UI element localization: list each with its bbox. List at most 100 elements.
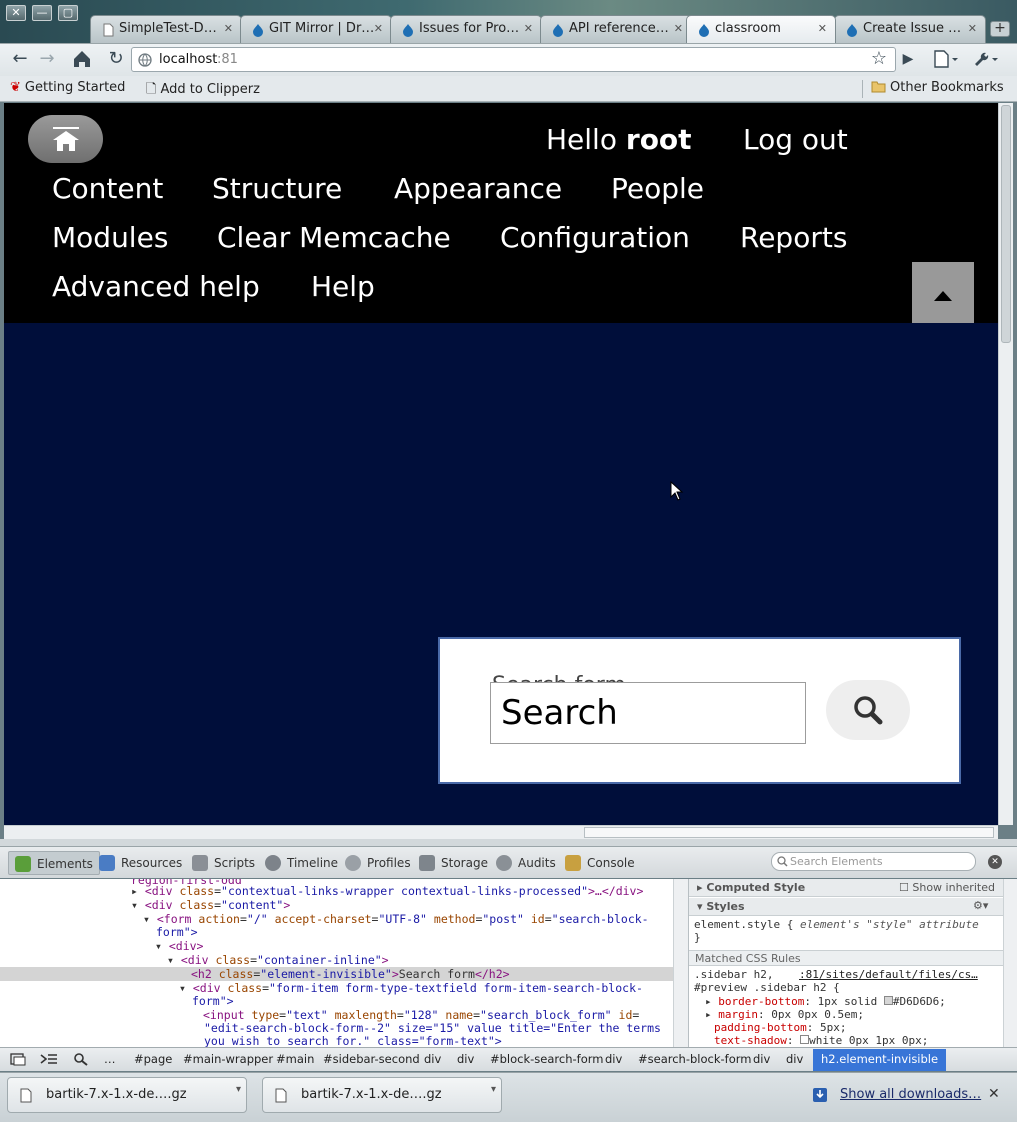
download-menu-icon[interactable]: ▾ bbox=[236, 1084, 241, 1095]
page-horizontal-scrollbar[interactable] bbox=[4, 825, 998, 839]
devtools-tab-elements[interactable]: Elements bbox=[8, 851, 100, 875]
new-tab-button[interactable]: + bbox=[990, 21, 1010, 37]
show-all-downloads-link[interactable]: Show all downloads… bbox=[840, 1087, 981, 1102]
close-tab-icon[interactable]: ✕ bbox=[224, 22, 233, 35]
dom-line-selected[interactable]: <h2 class="element-invisible">Search for… bbox=[0, 967, 688, 981]
tab-simpletest[interactable]: SimpleTest-D… ✕ bbox=[90, 15, 242, 43]
play-icon[interactable]: ▶ bbox=[896, 47, 920, 71]
crumb-page[interactable]: #page bbox=[134, 1052, 172, 1068]
close-shelf-icon[interactable]: ✕ bbox=[988, 1086, 1000, 1102]
css-property[interactable]: ▸ margin: 0px 0px 0.5em; bbox=[705, 1008, 864, 1021]
wrench-icon[interactable] bbox=[972, 47, 1002, 71]
devtools-tab-storage[interactable]: Storage bbox=[413, 851, 494, 875]
css-property[interactable]: ▸ border-bottom: 1px solid #D6D6D6; bbox=[705, 995, 946, 1008]
nav-appearance[interactable]: Appearance bbox=[394, 172, 562, 205]
crumb-block-search-form[interactable]: #block-search-form bbox=[490, 1052, 603, 1068]
css-property[interactable]: padding-bottom: 5px; bbox=[714, 1021, 846, 1034]
download-item[interactable]: bartik-7.x-1.x-de….gz ▾ bbox=[7, 1077, 247, 1113]
crumb-search-block-form[interactable]: #search-block-form bbox=[638, 1052, 751, 1068]
nav-structure[interactable]: Structure bbox=[212, 172, 342, 205]
page-menu-icon[interactable] bbox=[930, 47, 960, 71]
inspect-icon[interactable] bbox=[73, 1052, 89, 1068]
nav-people[interactable]: People bbox=[611, 172, 704, 205]
tab-create-issue[interactable]: Create Issue … ✕ bbox=[834, 15, 986, 43]
styles-header[interactable]: ▾ Styles ⚙▾ bbox=[689, 898, 1017, 916]
close-tab-icon[interactable]: ✕ bbox=[968, 22, 977, 35]
css-property[interactable]: text-shadow: white 0px 1px 0px; bbox=[714, 1034, 928, 1047]
computed-style-header[interactable]: ▸ Computed Style ☐ Show inherited bbox=[689, 879, 1017, 897]
collapse-toolbar-button[interactable] bbox=[912, 262, 974, 323]
crumb-main[interactable]: #main bbox=[276, 1052, 314, 1068]
gear-icon[interactable]: ⚙▾ bbox=[973, 899, 988, 912]
elements-scrollbar[interactable] bbox=[673, 879, 688, 1047]
dom-line[interactable]: ▾ <div class="form-item form-type-textfi… bbox=[179, 981, 643, 995]
nav-reports[interactable]: Reports bbox=[740, 221, 847, 254]
devtools-tab-scripts[interactable]: Scripts bbox=[186, 851, 261, 875]
crumb-div[interactable]: div bbox=[753, 1052, 770, 1068]
other-bookmarks[interactable]: Other Bookmarks bbox=[862, 80, 1004, 98]
download-item[interactable]: bartik-7.x-1.x-de….gz ▾ bbox=[262, 1077, 502, 1113]
search-input[interactable] bbox=[490, 682, 806, 744]
scrollbar-thumb[interactable] bbox=[1001, 105, 1011, 343]
element-style-rule[interactable]: element.style { element's "style" attrib… bbox=[694, 918, 979, 931]
close-tab-icon[interactable]: ✕ bbox=[374, 22, 383, 35]
devtools-resize-handle[interactable] bbox=[0, 839, 1017, 846]
rule-source-link[interactable]: :81/sites/default/files/cs… bbox=[799, 968, 978, 981]
color-swatch[interactable] bbox=[800, 1035, 810, 1044]
crumb-div[interactable]: div bbox=[605, 1052, 622, 1068]
crumb-main-wrapper[interactable]: #main-wrapper bbox=[183, 1052, 273, 1068]
dom-line[interactable]: ▾ <form action="/" accept-charset="UTF-8… bbox=[143, 912, 649, 926]
tab-api-reference[interactable]: API reference… ✕ bbox=[540, 15, 692, 43]
reload-icon[interactable]: ↻ bbox=[104, 47, 128, 71]
tab-git-mirror[interactable]: GIT Mirror | Dr… ✕ bbox=[240, 15, 392, 43]
close-tab-icon[interactable]: ✕ bbox=[818, 22, 827, 35]
dom-line[interactable]: ▾ <div class="container-inline"> bbox=[167, 953, 389, 967]
bookmark-getting-started[interactable]: ❦ Getting Started bbox=[10, 80, 125, 98]
close-window-button[interactable]: ✕ bbox=[6, 5, 26, 21]
address-bar[interactable]: localhost :81 bbox=[131, 47, 896, 72]
crumb-sidebar-second[interactable]: #sidebar-second bbox=[323, 1052, 420, 1068]
star-icon[interactable]: ☆ bbox=[867, 47, 891, 71]
console-toggle-icon[interactable] bbox=[40, 1052, 58, 1068]
dom-line[interactable]: ▾ <div> bbox=[155, 939, 203, 953]
devtools-tab-resources[interactable]: Resources bbox=[93, 851, 188, 875]
dom-line[interactable]: ▸ <div class="contextual-links-wrapper c… bbox=[131, 884, 643, 898]
devtools-tab-profiles[interactable]: Profiles bbox=[339, 851, 417, 875]
close-tab-icon[interactable]: ✕ bbox=[524, 22, 533, 35]
tab-issues[interactable]: Issues for Pro… ✕ bbox=[390, 15, 542, 43]
bookmark-add-to-clipperz[interactable]: 🗋 Add to Clipperz bbox=[146, 80, 260, 98]
devtools-tab-console[interactable]: Console bbox=[559, 851, 641, 875]
devtools-tab-audits[interactable]: Audits bbox=[490, 851, 562, 875]
scrollbar-thumb[interactable] bbox=[584, 827, 994, 838]
styles-scrollbar[interactable] bbox=[1003, 879, 1017, 1047]
nav-advanced-help[interactable]: Advanced help bbox=[52, 270, 260, 303]
nav-content[interactable]: Content bbox=[52, 172, 163, 205]
username-link[interactable]: root bbox=[626, 123, 692, 156]
crumb-ellipsis[interactable]: … bbox=[104, 1052, 116, 1068]
dock-icon[interactable] bbox=[10, 1052, 26, 1068]
nav-configuration[interactable]: Configuration bbox=[500, 221, 690, 254]
tab-classroom[interactable]: classroom ✕ bbox=[686, 15, 836, 43]
close-tab-icon[interactable]: ✕ bbox=[674, 22, 683, 35]
minimize-window-button[interactable]: — bbox=[32, 5, 52, 21]
crumb-selected-h2[interactable]: h2.element-invisible bbox=[813, 1049, 947, 1071]
dom-line[interactable]: <input type="text" maxlength="128" name=… bbox=[203, 1008, 639, 1022]
devtools-tab-timeline[interactable]: Timeline bbox=[259, 851, 344, 875]
crumb-div[interactable]: div bbox=[457, 1052, 474, 1068]
maximize-window-button[interactable]: ▢ bbox=[58, 5, 78, 21]
home-button[interactable] bbox=[28, 115, 103, 163]
search-elements-input[interactable]: Search Elements bbox=[771, 852, 976, 871]
nav-help[interactable]: Help bbox=[311, 270, 375, 303]
nav-clear-memcache[interactable]: Clear Memcache bbox=[217, 221, 451, 254]
logout-link[interactable]: Log out bbox=[743, 123, 848, 156]
crumb-div[interactable]: div bbox=[424, 1052, 441, 1068]
close-devtools-icon[interactable]: ✕ bbox=[988, 855, 1002, 869]
crumb-div[interactable]: div bbox=[786, 1052, 803, 1068]
show-inherited-checkbox[interactable]: ☐ Show inherited bbox=[899, 881, 995, 894]
forward-icon[interactable]: → bbox=[35, 47, 59, 71]
color-swatch[interactable] bbox=[883, 996, 893, 1005]
back-icon[interactable]: ← bbox=[8, 47, 32, 71]
dom-line[interactable]: ▾ <div class="content"> bbox=[131, 898, 290, 912]
nav-modules[interactable]: Modules bbox=[52, 221, 168, 254]
download-menu-icon[interactable]: ▾ bbox=[491, 1084, 496, 1095]
